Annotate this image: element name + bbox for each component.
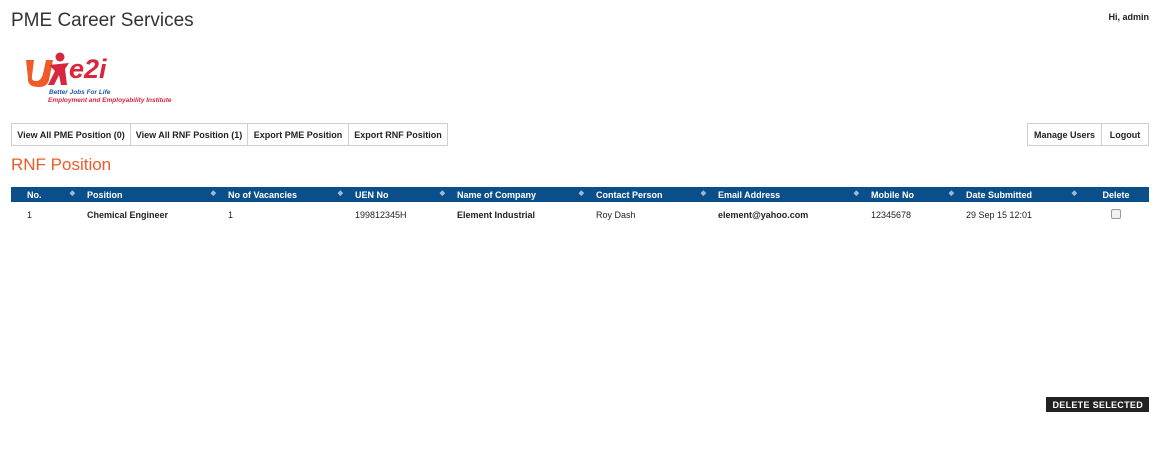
cell-mobile: 12345678 <box>871 210 912 220</box>
column-header-vacancies[interactable]: No of Vacancies ◆ <box>222 187 349 202</box>
svg-text:e2i: e2i <box>69 54 107 84</box>
page-title: RNF Position <box>11 155 112 174</box>
sort-icon: ◆ <box>337 190 343 197</box>
column-header-email[interactable]: Email Address ◆ <box>712 187 865 202</box>
e2i-logo: e2i Better Jobs For Life Employment and … <box>22 50 182 106</box>
user-greeting: Hi, admin <box>1108 12 1149 22</box>
column-header-company[interactable]: Name of Company ◆ <box>451 187 590 202</box>
sort-icon: ◆ <box>1071 190 1077 197</box>
sort-icon: ◆ <box>210 190 216 197</box>
cell-uen: 199812345H <box>355 210 407 220</box>
sort-icon: ◆ <box>69 190 75 197</box>
cell-delete <box>1083 202 1149 228</box>
column-header-delete: Delete <box>1083 187 1149 202</box>
cell-no: 1 <box>27 210 33 220</box>
view-rnf-positions-button[interactable]: View All RNF Position (1) <box>130 123 248 146</box>
column-header-position[interactable]: Position ◆ <box>81 187 222 202</box>
cell-position: Chemical Engineer <box>87 210 169 220</box>
table-header-row: No. ◆ Position ◆ No of Vacancies ◆ UEN No ◆ … <box>11 187 1149 202</box>
table-row: 1 Chemical Engineer 1 199812345H Element… <box>11 202 1149 228</box>
logo-tagline-1: Better Jobs For Life <box>49 89 111 96</box>
sort-icon: ◆ <box>700 190 706 197</box>
column-header-date-submitted[interactable]: Date Submitted ◆ <box>960 187 1083 202</box>
delete-checkbox[interactable] <box>1111 209 1121 219</box>
cell-email: element@yahoo.com <box>718 210 809 220</box>
sort-icon: ◆ <box>948 190 954 197</box>
cell-contact: Roy Dash <box>596 210 636 220</box>
cell-vacancies: 1 <box>228 210 234 220</box>
sort-icon: ◆ <box>853 190 859 197</box>
export-rnf-button[interactable]: Export RNF Position <box>348 123 448 146</box>
column-header-contact[interactable]: Contact Person ◆ <box>590 187 712 202</box>
rnf-position-table: No. ◆ Position ◆ No of Vacancies ◆ UEN No ◆ … <box>11 187 1149 228</box>
logout-button[interactable]: Logout <box>1101 123 1149 146</box>
cell-company: Element Industrial <box>457 210 536 220</box>
view-pme-positions-button[interactable]: View All PME Position (0) <box>11 123 131 146</box>
logo-tagline-2: Employment and Employability Institute <box>48 97 172 104</box>
sort-icon: ◆ <box>578 190 584 197</box>
delete-selected-button[interactable]: DELETE SELECTED <box>1046 397 1149 412</box>
cell-date-submitted: 29 Sep 15 12:01 <box>966 210 1033 220</box>
column-header-no[interactable]: No. ◆ <box>11 187 81 202</box>
manage-users-button[interactable]: Manage Users <box>1027 123 1102 146</box>
column-header-uen[interactable]: UEN No ◆ <box>349 187 451 202</box>
export-pme-button[interactable]: Export PME Position <box>247 123 349 146</box>
app-title: PME Career Services <box>11 10 194 31</box>
column-header-mobile[interactable]: Mobile No ◆ <box>865 187 960 202</box>
sort-icon: ◆ <box>439 190 445 197</box>
